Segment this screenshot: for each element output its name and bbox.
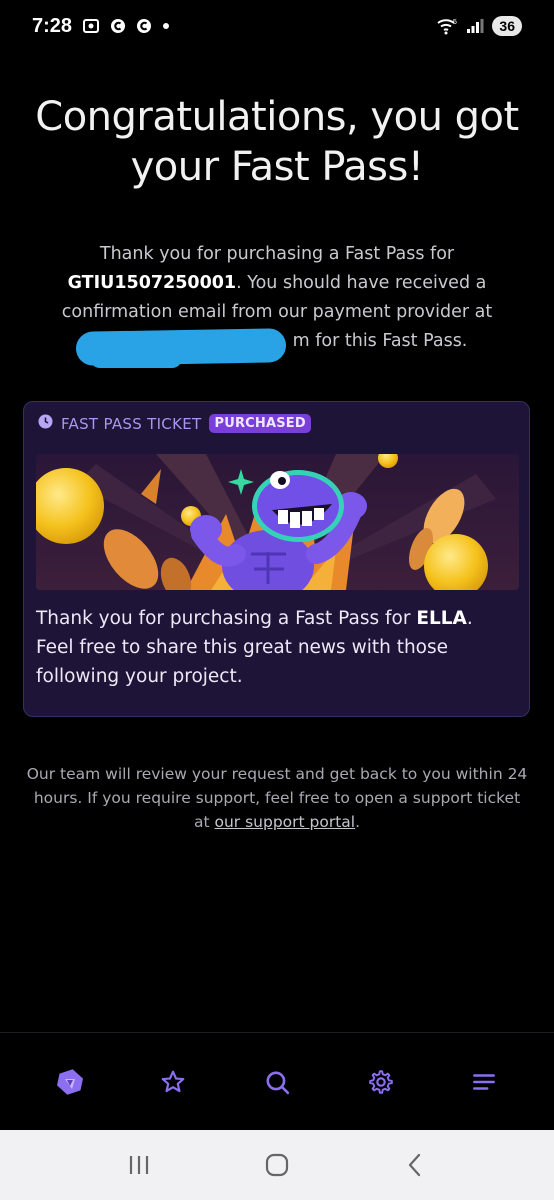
svg-text:5: 5 (453, 19, 457, 26)
support-note-end: . (355, 813, 361, 831)
clock-icon (38, 414, 53, 433)
gear-icon[interactable] (358, 1059, 404, 1105)
status-bar: 7:28 5 36 (0, 0, 554, 52)
status-time: 7:28 (32, 14, 73, 37)
c-app-icon (136, 18, 152, 34)
recent-apps-button[interactable] (119, 1145, 159, 1185)
home-button[interactable] (257, 1145, 297, 1185)
card-message: Thank you for purchasing a Fast Pass for… (36, 604, 516, 691)
system-navigation-bar (0, 1130, 554, 1200)
support-note: Our team will review your request and ge… (24, 762, 530, 834)
menu-icon[interactable] (461, 1059, 507, 1105)
project-name: ELLA (416, 608, 467, 629)
status-badge: PURCHASED (209, 414, 311, 433)
screenshot-icon (82, 17, 100, 35)
star-icon[interactable] (150, 1059, 196, 1105)
main-content: Congratulations, you got your Fast Pass!… (0, 52, 554, 1032)
redaction-mark (90, 348, 182, 368)
home-logo-icon[interactable] (47, 1059, 93, 1105)
search-icon[interactable] (254, 1059, 300, 1105)
intro-part3: for this Fast Pass. (309, 331, 468, 351)
email-suffix: m (292, 331, 310, 351)
page-title: Congratulations, you got your Fast Pass! (35, 94, 519, 190)
intro-part1: Thank you for purchasing a Fast Pass for (99, 244, 455, 264)
fast-pass-ticket-card: FAST PASS TICKET PURCHASED Thank you for… (23, 401, 530, 717)
dot-icon (162, 22, 170, 30)
fast-pass-banner-image (36, 454, 519, 590)
c-app-icon (110, 18, 126, 34)
card-text-part1: Thank you for purchasing a Fast Pass for (36, 608, 417, 629)
ticket-id: GTIU1507250001 (67, 273, 237, 293)
wifi-icon: 5 (436, 17, 458, 35)
card-header: FAST PASS TICKET PURCHASED (38, 414, 311, 433)
support-portal-link[interactable]: our support portal (214, 813, 355, 831)
ticket-label: FAST PASS TICKET (61, 414, 202, 433)
battery-indicator: 36 (492, 16, 522, 36)
signal-icon (466, 18, 484, 34)
back-button[interactable] (395, 1145, 435, 1185)
bottom-navigation (0, 1032, 554, 1130)
